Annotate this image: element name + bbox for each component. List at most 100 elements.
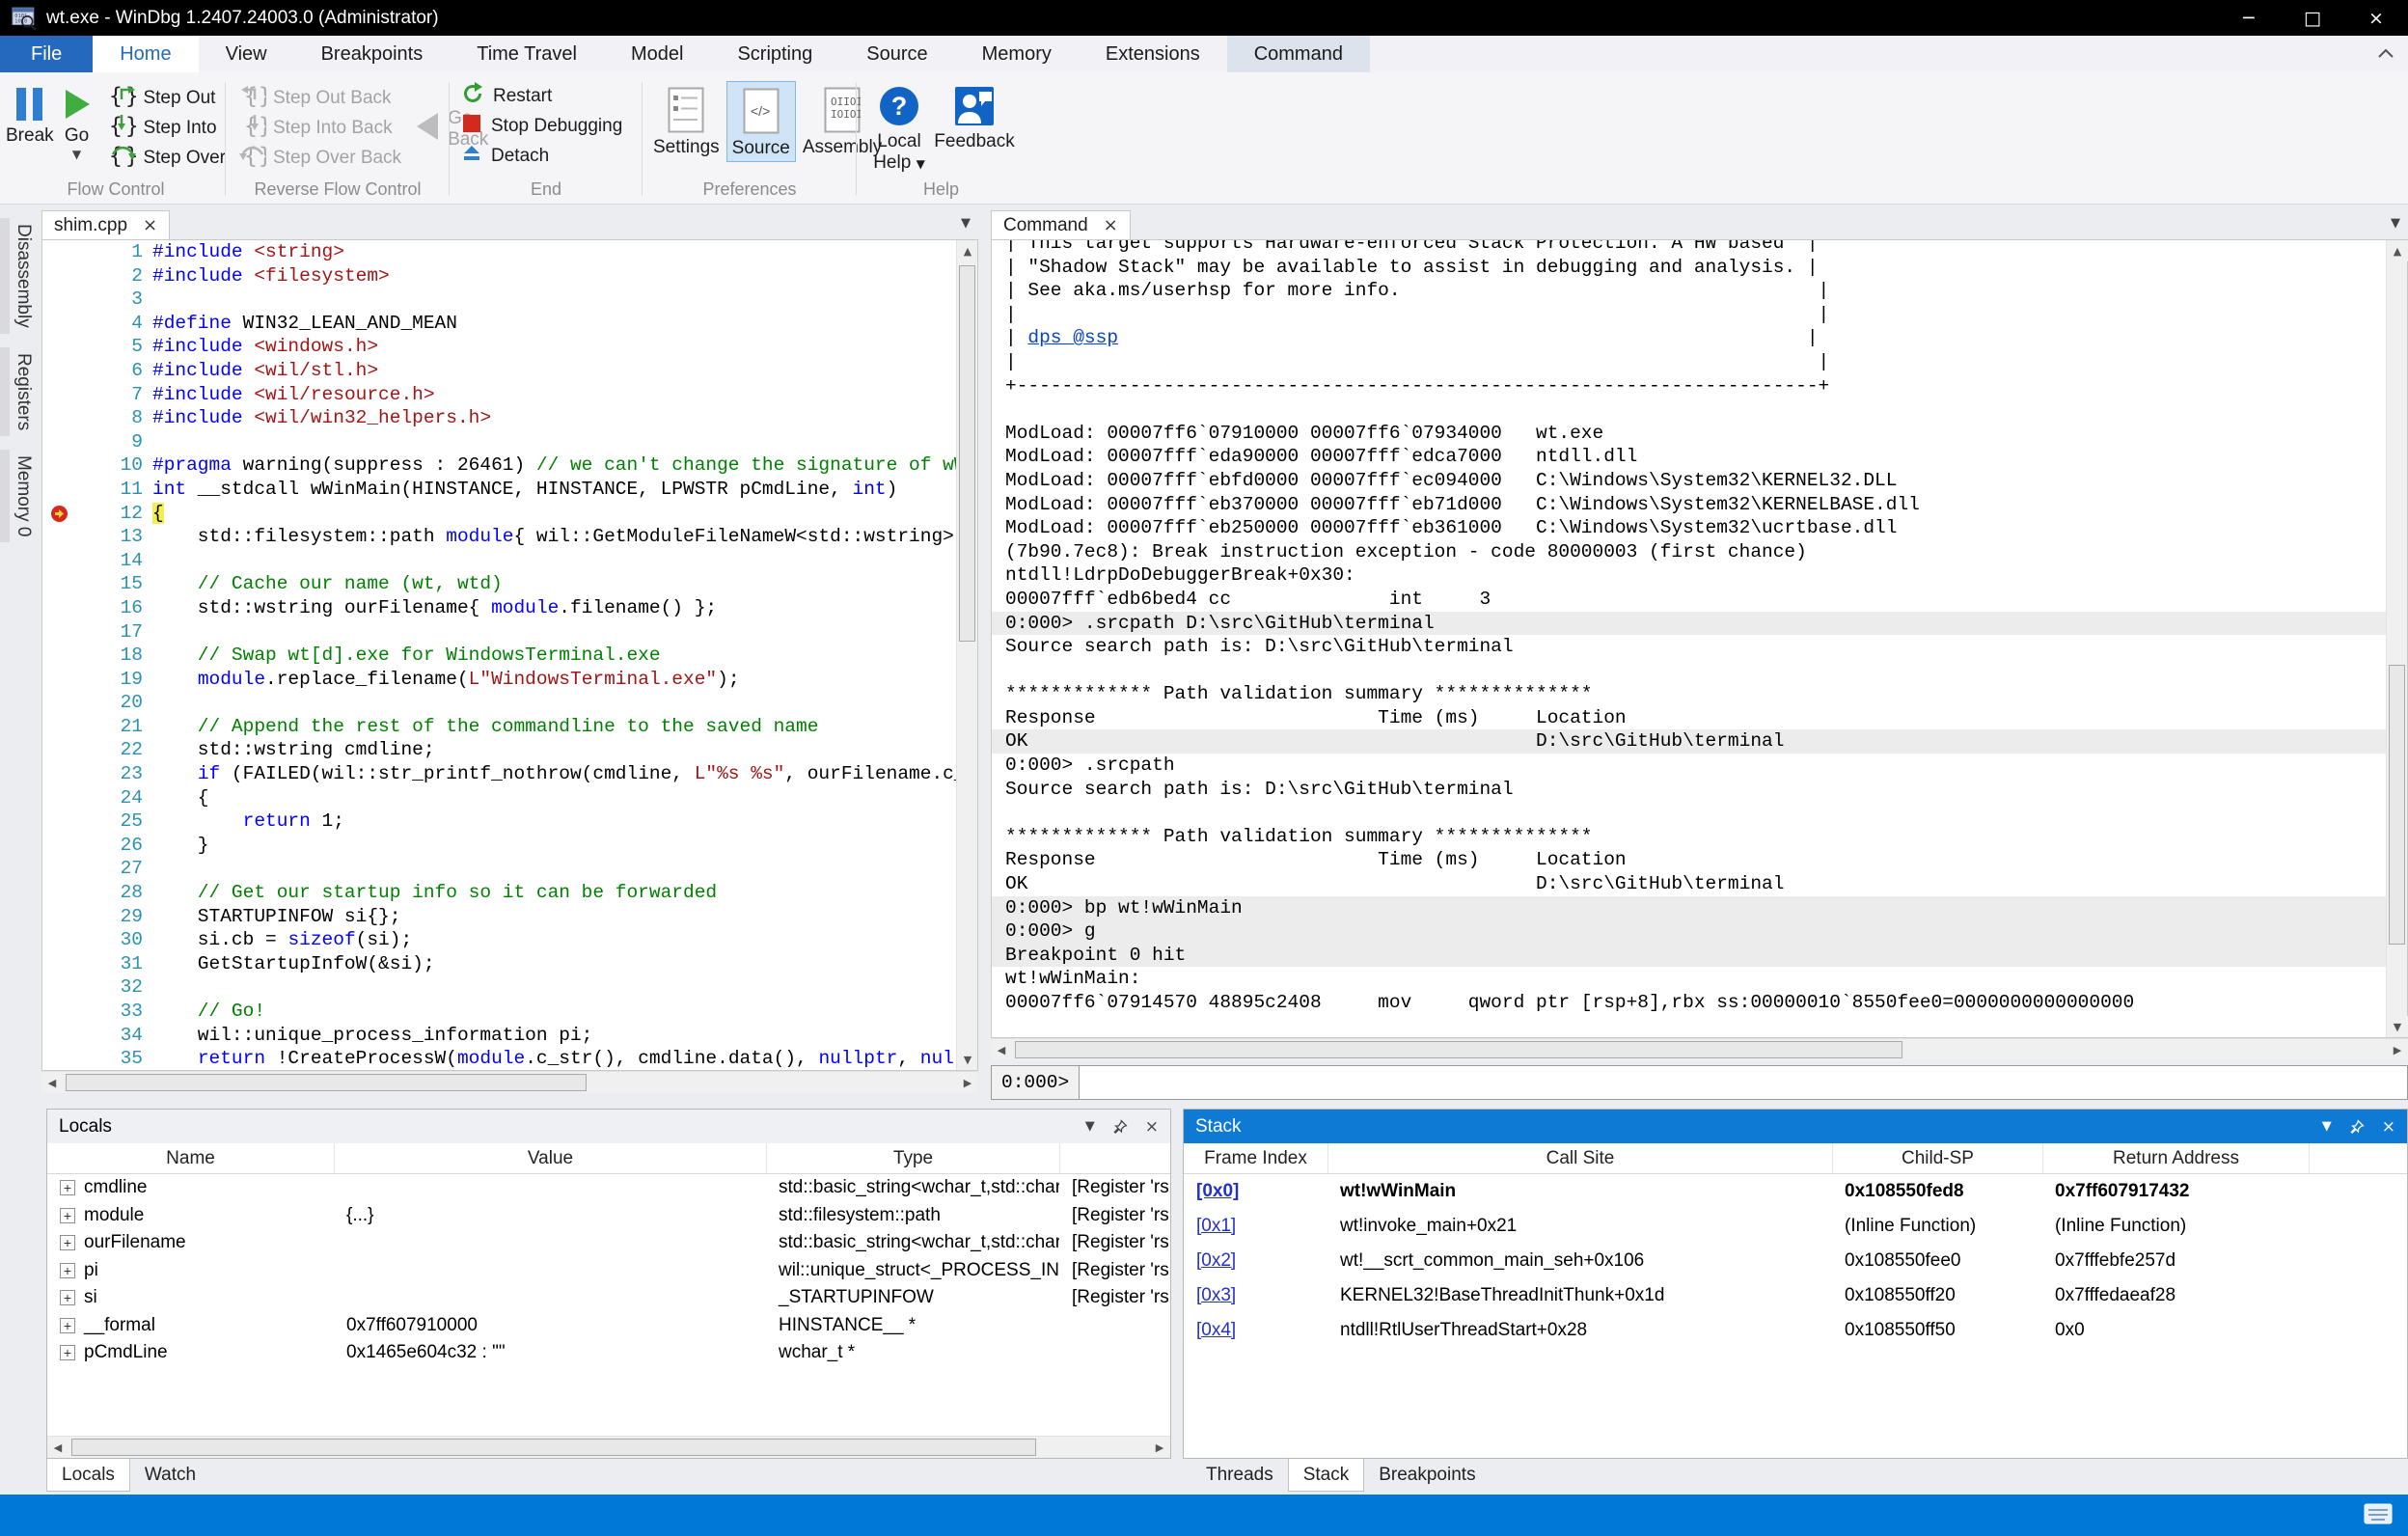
pane-menu-icon[interactable]: ▼	[2391, 216, 2400, 231]
expander-icon[interactable]: +	[60, 1263, 75, 1278]
local-help-dropdown-icon[interactable]: ▼	[917, 157, 925, 171]
tab-command[interactable]: Command ×	[991, 210, 1131, 239]
locals-horizontal-scrollbar[interactable]: ◀ ▶	[47, 1436, 1170, 1458]
chevron-down-icon[interactable]: ▼	[1085, 1119, 1095, 1134]
scroll-left-icon[interactable]: ◀	[991, 1039, 1012, 1060]
expander-icon[interactable]: +	[60, 1290, 75, 1305]
command-vertical-scrollbar[interactable]: ▲ ▼	[2386, 240, 2407, 1037]
restart-button[interactable]: Restart	[461, 81, 643, 111]
scrollbar-thumb[interactable]	[66, 1074, 587, 1091]
step-out-button[interactable]: {} Step Out	[109, 83, 226, 113]
step-over-button[interactable]: {} Step Over	[109, 143, 226, 173]
settings-button[interactable]: Settings	[648, 81, 725, 162]
expander-icon[interactable]: +	[60, 1208, 75, 1223]
stack-column-header[interactable]	[2309, 1143, 2407, 1173]
ribbon-tab-view[interactable]: View	[199, 36, 294, 72]
command-link[interactable]: dps @ssp	[1027, 327, 1118, 348]
stack-frame-row[interactable]: [0x0]wt!wWinMain0x108550fed80x7ff6079174…	[1184, 1174, 2407, 1209]
step-out-back-button[interactable]: {} Step Out Back	[239, 83, 401, 113]
locals-column-header[interactable]: Name	[47, 1143, 334, 1173]
locals-column-header[interactable]	[1059, 1143, 1170, 1173]
pin-icon[interactable]	[1112, 1119, 1128, 1135]
breakpoint-current-line-icon[interactable]	[42, 502, 77, 526]
stack-column-header[interactable]: Call Site	[1327, 1143, 1832, 1173]
stop-debugging-button[interactable]: Stop Debugging	[461, 111, 643, 141]
scroll-up-icon[interactable]: ▲	[2387, 240, 2408, 261]
command-output[interactable]: | This target supports Hardware-enforced…	[991, 239, 2408, 1038]
step-into-button[interactable]: {} Step Into	[109, 113, 226, 143]
scroll-right-icon[interactable]: ▶	[1149, 1437, 1170, 1458]
locals-row[interactable]: +pCmdLine0x1465e604c32 : ""wchar_t *	[47, 1339, 1170, 1367]
frame-index-link[interactable]: [0x1]	[1196, 1216, 1236, 1237]
feedback-button[interactable]: Feedback	[940, 81, 1009, 175]
locals-row[interactable]: +__formal0x7ff607910000HINSTANCE__ *	[47, 1312, 1170, 1340]
ribbon-tab-home[interactable]: Home	[93, 36, 198, 72]
ribbon-tab-memory[interactable]: Memory	[955, 36, 1079, 72]
locals-row[interactable]: +cmdlinestd::basic_string<wchar_t,std::c…	[47, 1174, 1170, 1202]
ribbon-tab-time-travel[interactable]: Time Travel	[450, 36, 604, 72]
close-icon[interactable]: ×	[143, 215, 157, 235]
scrollbar-thumb[interactable]	[2389, 665, 2405, 945]
frame-index-link[interactable]: [0x3]	[1196, 1285, 1236, 1306]
vertical-tab-disassembly[interactable]: Disassembly	[0, 218, 41, 334]
tab-stack[interactable]: Stack	[1288, 1459, 1365, 1492]
locals-row[interactable]: +ourFilenamestd::basic_string<wchar_t,st…	[47, 1229, 1170, 1257]
scrollbar-thumb[interactable]	[1015, 1041, 1902, 1058]
ribbon-tab-extensions[interactable]: Extensions	[1079, 36, 1227, 72]
pane-menu-icon[interactable]: ▼	[961, 216, 971, 231]
minimize-button[interactable]: ─	[2217, 0, 2281, 36]
stack-frame-row[interactable]: [0x1]wt!invoke_main+0x21(Inline Function…	[1184, 1209, 2407, 1244]
ribbon-tab-model[interactable]: Model	[604, 36, 710, 72]
expander-icon[interactable]: +	[60, 1180, 75, 1195]
local-help-button[interactable]: ? Local Help ▼	[864, 81, 934, 175]
close-button[interactable]: ×	[2344, 0, 2408, 36]
stack-column-header[interactable]: Frame Index	[1184, 1143, 1327, 1173]
ribbon-tab-scripting[interactable]: Scripting	[710, 36, 839, 72]
chevron-down-icon[interactable]: ▼	[2322, 1119, 2332, 1134]
pin-icon[interactable]	[2349, 1119, 2365, 1135]
vertical-tab-registers[interactable]: Registers	[0, 347, 41, 436]
scroll-down-icon[interactable]: ▼	[2387, 1016, 2408, 1037]
scroll-left-icon[interactable]: ◀	[47, 1437, 68, 1458]
locals-column-header[interactable]: Type	[766, 1143, 1059, 1173]
frame-index-link[interactable]: [0x4]	[1196, 1320, 1236, 1341]
ribbon-tab-source[interactable]: Source	[839, 36, 954, 72]
scroll-left-icon[interactable]: ◀	[41, 1072, 63, 1093]
scroll-right-icon[interactable]: ▶	[2387, 1039, 2408, 1060]
tab-locals[interactable]: Locals	[46, 1459, 130, 1492]
step-into-back-button[interactable]: {} Step Into Back	[239, 113, 401, 143]
detach-button[interactable]: Detach	[461, 141, 643, 171]
scroll-up-icon[interactable]: ▲	[957, 240, 978, 261]
tab-shim-cpp[interactable]: shim.cpp ×	[41, 210, 170, 239]
ribbon-tab-command[interactable]: Command	[1227, 36, 1370, 72]
tab-watch[interactable]: Watch	[130, 1459, 210, 1492]
locals-row[interactable]: +module{...}std::filesystem::path[Regist…	[47, 1202, 1170, 1230]
frame-index-link[interactable]: [0x2]	[1196, 1250, 1236, 1272]
ribbon-tab-breakpoints[interactable]: Breakpoints	[294, 36, 451, 72]
scrollbar-thumb[interactable]	[71, 1439, 1036, 1456]
close-icon[interactable]: ×	[1145, 1117, 1159, 1137]
stack-frame-row[interactable]: [0x3]KERNEL32!BaseThreadInitThunk+0x1d0x…	[1184, 1278, 2407, 1313]
scroll-right-icon[interactable]: ▶	[957, 1072, 978, 1093]
stack-column-header[interactable]: Child-SP	[1832, 1143, 2042, 1173]
frame-index-link[interactable]: [0x0]	[1196, 1181, 1239, 1202]
collapse-ribbon-icon[interactable]	[2377, 46, 2394, 64]
locals-row[interactable]: +si_STARTUPINFOW[Register 'rsp	[47, 1284, 1170, 1312]
source-vertical-scrollbar[interactable]: ▲ ▼	[956, 240, 977, 1070]
vertical-tab-memory-0[interactable]: Memory 0	[0, 450, 41, 542]
locals-column-header[interactable]: Value	[334, 1143, 766, 1173]
source-mode-button[interactable]: </> Source	[726, 81, 796, 162]
go-dropdown-icon[interactable]: ▼	[72, 148, 81, 161]
tab-breakpoints[interactable]: Breakpoints	[1364, 1459, 1490, 1492]
step-over-back-button[interactable]: {} Step Over Back	[239, 143, 401, 173]
tab-threads[interactable]: Threads	[1191, 1459, 1288, 1492]
break-button[interactable]: Break	[6, 81, 54, 178]
stack-frame-row[interactable]: [0x4]ntdll!RtlUserThreadStart+0x280x1085…	[1184, 1313, 2407, 1348]
close-icon[interactable]: ×	[2382, 1117, 2395, 1137]
go-button[interactable]: Go ▼	[54, 81, 100, 178]
source-horizontal-scrollbar[interactable]: ◀ ▶	[41, 1071, 978, 1093]
locals-row[interactable]: +piwil::unique_struct<_PROCESS_INF...[Re…	[47, 1257, 1170, 1285]
stack-column-header[interactable]: Return Address	[2042, 1143, 2309, 1173]
scroll-down-icon[interactable]: ▼	[957, 1049, 978, 1070]
code-editor[interactable]: 1#include <string>2#include <filesystem>…	[41, 239, 978, 1071]
